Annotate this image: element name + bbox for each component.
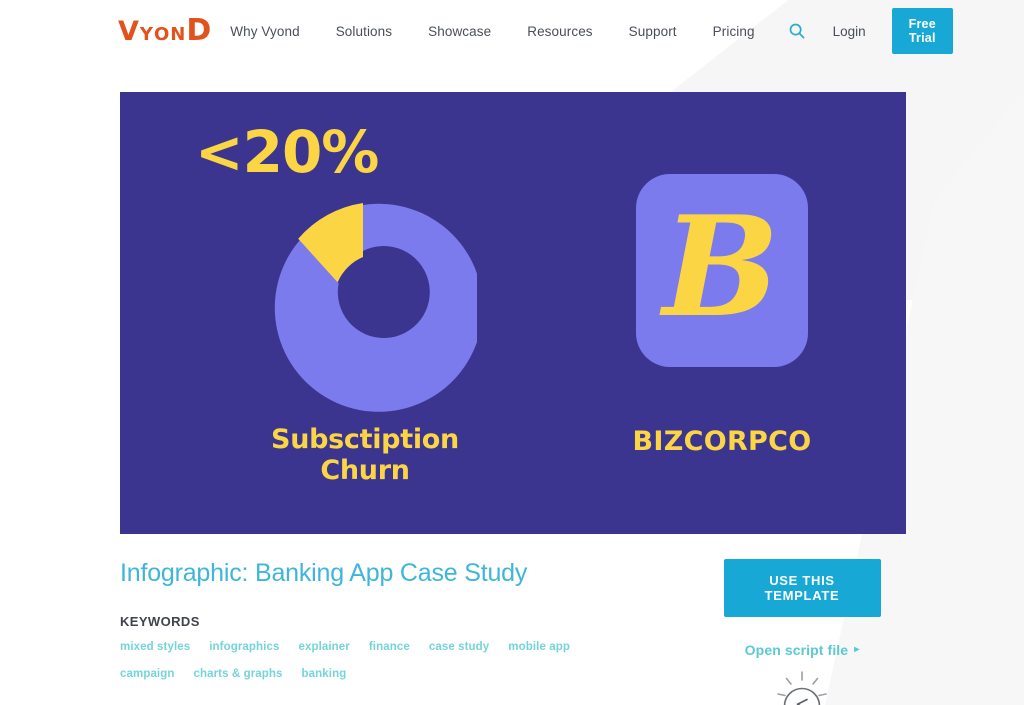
logo-letter-d: D xyxy=(186,13,213,48)
nav-item-resources[interactable]: Resources xyxy=(509,18,610,45)
brand-caption: BIZCORPCO xyxy=(632,426,812,457)
keyword-tag[interactable]: explainer xyxy=(298,641,349,653)
login-link[interactable]: Login xyxy=(819,18,880,45)
keyword-tag[interactable]: banking xyxy=(302,668,347,680)
churn-stat-label: <20% xyxy=(195,118,379,186)
site-header: V Y O N D Why Vyond Solutions Showcase R… xyxy=(0,0,1024,62)
use-this-template-button[interactable]: USE THIS TEMPLATE xyxy=(723,559,881,617)
brand-monogram: B xyxy=(662,184,780,348)
keywords-heading: KEYWORDS xyxy=(120,614,200,629)
logo-letter-o: O xyxy=(153,24,171,45)
nav-item-pricing[interactable]: Pricing xyxy=(695,18,773,45)
nav-item-showcase[interactable]: Showcase xyxy=(410,18,509,45)
search-icon[interactable] xyxy=(773,17,819,45)
keyword-tag[interactable]: campaign xyxy=(120,668,174,680)
nav-item-why-vyond[interactable]: Why Vyond xyxy=(212,18,317,45)
chart-caption: Subsctiption Churn xyxy=(271,424,459,486)
details-right-column: USE THIS TEMPLATE Open script file ▸ xyxy=(692,534,912,705)
donut-chart xyxy=(249,195,477,423)
details-left-column: Infographic: Banking App Case Study KEYW… xyxy=(120,534,680,680)
logo-letter-y: Y xyxy=(139,24,154,45)
nav-item-support[interactable]: Support xyxy=(611,18,695,45)
caret-right-icon: ▸ xyxy=(854,644,860,655)
open-script-file-label: Open script file xyxy=(744,642,849,658)
keyword-tag[interactable]: mixed styles xyxy=(120,641,190,653)
main-navigation: Why Vyond Solutions Showcase Resources S… xyxy=(212,8,953,54)
template-preview-banner[interactable]: <20% Subsctiption Churn B BIZCORPCO xyxy=(120,92,906,534)
free-trial-button[interactable]: Free Trial xyxy=(891,8,953,54)
open-script-file-link[interactable]: Open script file ▸ xyxy=(745,642,860,658)
logo-letter-v: V xyxy=(118,16,140,47)
share-icon[interactable] xyxy=(770,668,834,705)
keyword-tag[interactable]: case study xyxy=(429,641,489,653)
keyword-tag[interactable]: charts & graphs xyxy=(193,668,282,680)
vyond-logo[interactable]: V Y O N D xyxy=(118,16,212,46)
keyword-tag[interactable]: mobile app xyxy=(508,641,570,653)
keyword-tag[interactable]: finance xyxy=(369,641,410,653)
nav-item-solutions[interactable]: Solutions xyxy=(318,18,410,45)
keyword-tag[interactable]: infographics xyxy=(209,641,279,653)
brand-logo-tile: B xyxy=(636,174,808,367)
template-details-section: Infographic: Banking App Case Study KEYW… xyxy=(0,534,1024,705)
page-title: Infographic: Banking App Case Study xyxy=(120,559,528,587)
keyword-list: mixed styles infographics explainer fina… xyxy=(120,641,630,680)
donut-chart-svg xyxy=(274,203,477,412)
logo-letter-n: N xyxy=(170,24,187,45)
